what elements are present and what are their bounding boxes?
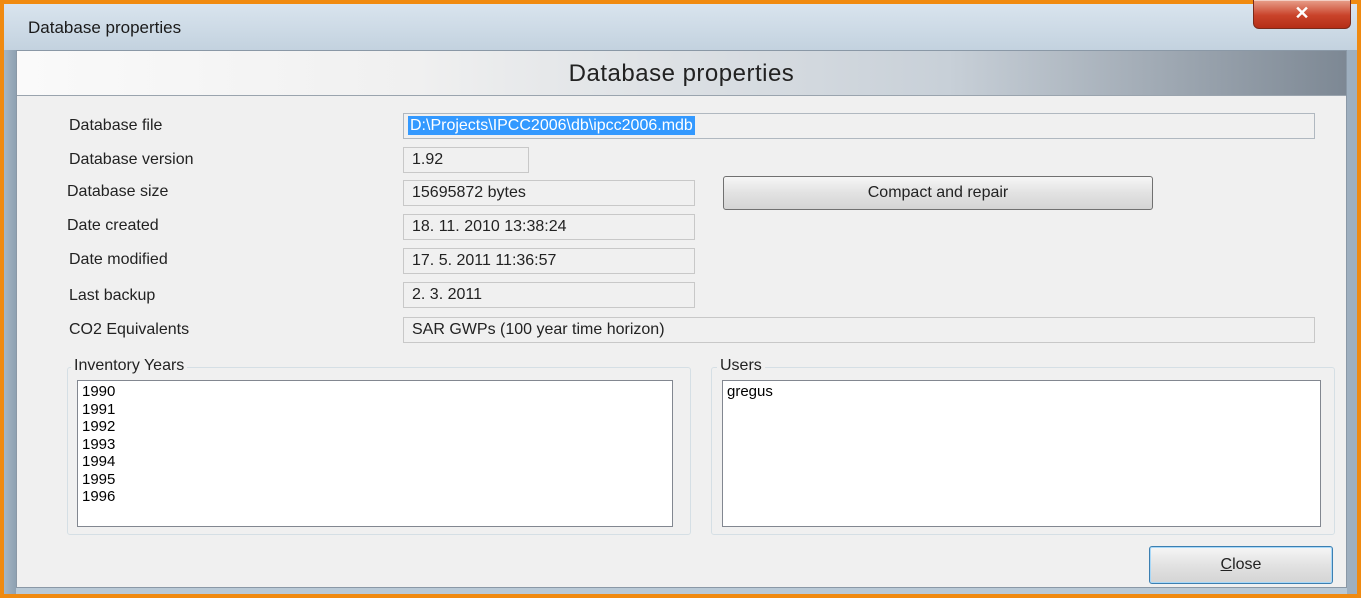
inventory-years-label: Inventory Years [71,357,188,375]
database-version-label: Database version [69,151,194,168]
list-item[interactable]: 1992 [82,418,668,436]
co2-equivalents-field: SAR GWPs (100 year time horizon) [403,317,1315,343]
last-backup-field: 2. 3. 2011 [403,282,695,308]
compact-and-repair-button[interactable]: Compact and repair [723,176,1153,210]
dialog-window: Database properties ✕ Database propertie… [0,0,1361,598]
date-modified-field: 17. 5. 2011 11:36:57 [403,248,695,274]
list-item[interactable]: 1995 [82,471,668,489]
inventory-years-list[interactable]: 1990 1991 1992 1993 1994 1995 1996 [77,380,673,527]
dialog-client-area: Database properties Database file Databa… [16,50,1347,588]
users-label: Users [717,357,765,375]
list-item[interactable]: 1994 [82,453,668,471]
list-item[interactable]: 1993 [82,436,668,454]
date-created-label: Date created [67,217,159,234]
list-item[interactable]: gregus [727,383,1316,401]
co2-equivalents-label: CO2 Equivalents [69,321,190,338]
database-file-label: Database file [69,117,163,134]
database-version-field: 1.92 [403,147,529,173]
database-size-field: 15695872 bytes [403,180,695,206]
database-size-label: Database size [67,183,169,200]
close-button[interactable]: Close [1149,546,1333,584]
list-item[interactable]: 1996 [82,488,668,506]
close-button-mnemonic: C [1220,556,1233,573]
page-title: Database properties [568,60,795,87]
users-list[interactable]: gregus [722,380,1321,527]
date-modified-label: Date modified [69,251,168,268]
close-icon[interactable]: ✕ [1253,0,1351,29]
title-bar[interactable]: Database properties ✕ [4,0,1357,50]
window-frame-left [4,50,16,594]
list-item[interactable]: 1991 [82,401,668,419]
last-backup-label: Last backup [69,287,156,304]
database-file-field[interactable]: D:\Projects\IPCC2006\db\ipcc2006.mdb [403,113,1315,139]
window-frame-right [1347,50,1357,594]
close-button-label: lose [1232,556,1262,573]
database-file-value: D:\Projects\IPCC2006\db\ipcc2006.mdb [408,116,695,135]
header-band: Database properties [17,51,1346,96]
window-title: Database properties [28,18,182,37]
date-created-field: 18. 11. 2010 13:38:24 [403,214,695,240]
list-item[interactable]: 1990 [82,383,668,401]
